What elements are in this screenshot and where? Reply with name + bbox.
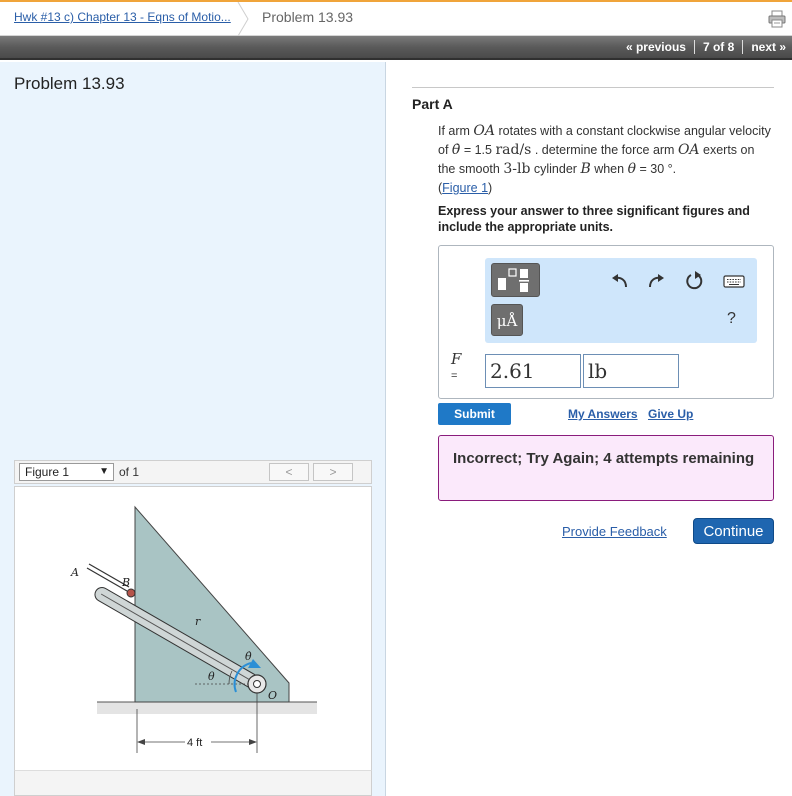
label-r: r xyxy=(195,615,201,628)
keyboard-icon[interactable] xyxy=(723,270,745,292)
equals-sign: = xyxy=(451,370,458,382)
feedback-message: Incorrect; Try Again; 4 attempts remaini… xyxy=(438,435,774,501)
breadcrumb-chevron-icon xyxy=(237,2,249,36)
redo-icon[interactable] xyxy=(645,270,667,292)
problem-nav-bar: « previous 7 of 8 next » xyxy=(0,36,792,60)
nav-divider xyxy=(742,40,744,54)
submit-button[interactable]: Submit xyxy=(438,403,511,425)
figure-prev-button[interactable]: < xyxy=(269,463,309,481)
previous-link[interactable]: « previous xyxy=(626,40,686,54)
ground xyxy=(97,702,317,714)
problem-position: 7 of 8 xyxy=(702,40,735,54)
value-input[interactable]: 2.61 xyxy=(485,354,581,388)
nav-divider xyxy=(693,40,695,54)
breadcrumb-assignment-link[interactable]: Hwk #13 c) Chapter 13 - Eqns of Motio... xyxy=(14,10,231,24)
problem-title: Problem 13.93 xyxy=(14,74,125,93)
templates-button[interactable] xyxy=(491,263,540,297)
math-OA: OA xyxy=(473,123,496,139)
question-text: If arm OA rotates with a constant clockw… xyxy=(438,123,771,195)
part-divider xyxy=(412,87,774,88)
label-thetadot: θ̇ xyxy=(245,650,252,663)
figure-image: A B r θ θ̇ O 4 ft xyxy=(14,486,372,796)
next-link[interactable]: next » xyxy=(751,40,786,54)
variable-label: F xyxy=(451,350,462,368)
figure-select-value: Figure 1 xyxy=(25,465,70,479)
cylinder-B xyxy=(126,588,136,598)
figure-toolbar: Figure 1 ▼ of 1 < > xyxy=(14,460,372,484)
label-A: A xyxy=(70,566,79,579)
math-units: rad/s xyxy=(495,142,532,158)
answer-box: μÅ ? F = 2.61 lb xyxy=(438,245,774,399)
dimension-label: 4 ft xyxy=(187,737,202,749)
dropdown-arrow-icon: ▼ xyxy=(99,466,109,477)
part-title: Part A xyxy=(412,96,453,112)
breadcrumb: Hwk #13 c) Chapter 13 - Eqns of Motio...… xyxy=(0,0,792,36)
breadcrumb-current: Problem 13.93 xyxy=(262,9,354,25)
label-B: B xyxy=(121,576,130,589)
figure-next-button[interactable]: > xyxy=(313,463,353,481)
label-O: O xyxy=(268,689,277,702)
figure-footer xyxy=(14,770,372,796)
figure-count: of 1 xyxy=(119,465,140,479)
figure-pane: Problem 13.93 Figure 1 ▼ of 1 < > A B r … xyxy=(0,62,386,796)
figure-select[interactable]: Figure 1 ▼ xyxy=(19,463,114,481)
unit-input[interactable]: lb xyxy=(583,354,679,388)
provide-feedback-link[interactable]: Provide Feedback xyxy=(562,524,667,539)
math-theta: θ xyxy=(627,161,637,177)
math-mass: 3-lb xyxy=(503,161,531,177)
units-button[interactable]: μÅ xyxy=(491,304,523,336)
figure-link[interactable]: Figure 1 xyxy=(442,181,488,195)
continue-button[interactable]: Continue xyxy=(693,518,774,544)
math-OA: OA xyxy=(677,142,700,158)
label-theta: θ xyxy=(208,670,215,683)
give-up-link[interactable]: Give Up xyxy=(648,407,693,421)
math-B: B xyxy=(580,161,591,177)
math-toolbar: μÅ ? xyxy=(485,258,757,343)
mechanism-diagram: A B r θ θ̇ O 4 ft xyxy=(70,505,317,753)
undo-icon[interactable] xyxy=(609,270,631,292)
templates-icon xyxy=(498,268,529,292)
reset-icon[interactable] xyxy=(683,270,705,292)
print-icon[interactable] xyxy=(768,10,786,28)
instructions: Express your answer to three significant… xyxy=(438,204,750,234)
my-answers-link[interactable]: My Answers xyxy=(568,407,638,421)
help-button[interactable]: ? xyxy=(727,310,736,328)
